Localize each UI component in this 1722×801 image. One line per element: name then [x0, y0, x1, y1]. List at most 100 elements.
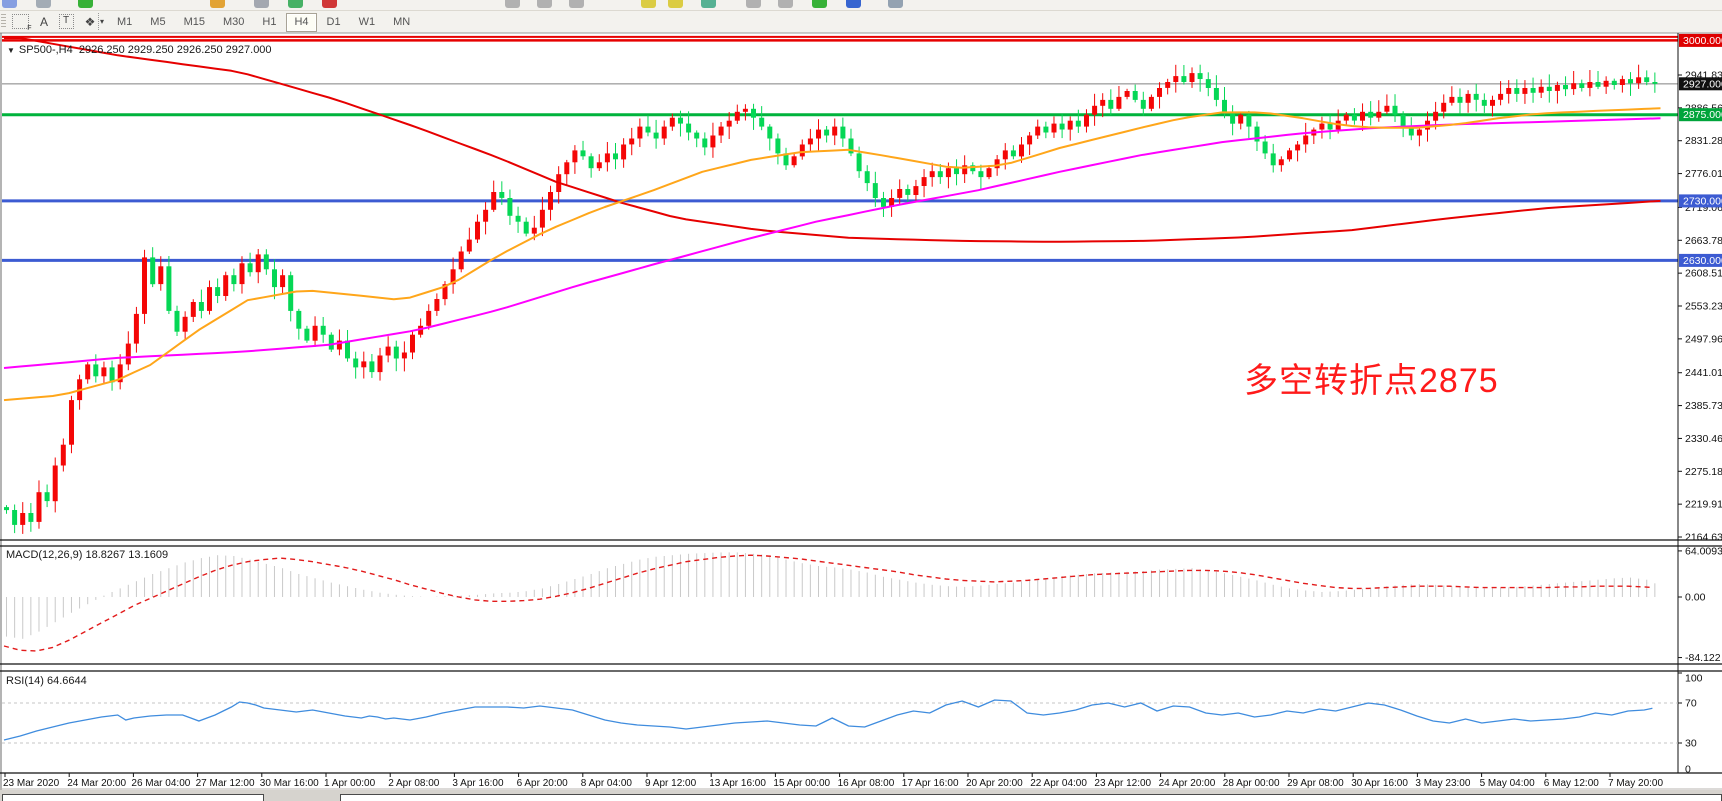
- candle-body: [913, 186, 918, 195]
- candle-body: [605, 153, 610, 162]
- candle-body: [20, 513, 25, 525]
- date-label: 27 Mar 12:00: [196, 778, 255, 789]
- candle-body: [199, 302, 204, 311]
- candle-body: [1295, 145, 1300, 151]
- candle-body: [1652, 82, 1657, 84]
- price-badge-label: 2875.000: [1683, 109, 1722, 121]
- candle-body: [1449, 97, 1454, 103]
- candle-body: [516, 216, 521, 222]
- candle-body: [1100, 100, 1105, 106]
- candle-body: [719, 127, 724, 136]
- candle-body: [45, 492, 50, 501]
- candle-body: [248, 263, 253, 272]
- candle-body: [1230, 112, 1235, 124]
- candle-body: [240, 263, 245, 284]
- candle-body: [386, 347, 391, 356]
- candle-body: [53, 466, 58, 502]
- candle-body: [158, 266, 163, 284]
- candle-body: [1116, 97, 1121, 109]
- candle-body: [272, 269, 277, 287]
- candle-body: [1011, 150, 1016, 156]
- candle-body: [394, 347, 399, 359]
- candle-body: [191, 302, 196, 317]
- date-label: 6 May 12:00: [1544, 778, 1599, 789]
- candle-body: [775, 139, 780, 154]
- date-label: 30 Apr 16:00: [1351, 778, 1408, 789]
- candle-body: [1190, 73, 1195, 82]
- price-label: 2497.960: [1685, 333, 1722, 345]
- macd-scale-label: 0.00: [1685, 592, 1706, 604]
- chart-symbol: SP500-,H4: [19, 44, 73, 56]
- candle-body: [1246, 115, 1251, 127]
- candle-body: [759, 118, 764, 127]
- candle-body: [223, 275, 228, 296]
- macd-values: 18.8267 13.1609: [85, 549, 168, 561]
- chart-background[interactable]: [0, 33, 1722, 790]
- candle-body: [629, 139, 634, 145]
- minimized-window[interactable]: [2, 794, 264, 801]
- candle-body: [800, 145, 805, 157]
- candle-body: [1027, 136, 1032, 145]
- candle-body: [1052, 124, 1057, 133]
- candle-body: [1271, 153, 1276, 165]
- candle-body: [1474, 94, 1479, 100]
- candle-body: [954, 168, 959, 174]
- candle-body: [85, 364, 90, 379]
- candle-body: [995, 159, 1000, 168]
- candle-body: [410, 335, 415, 353]
- candle-body: [1498, 94, 1503, 100]
- candle-body: [166, 266, 171, 311]
- candle-body: [459, 252, 464, 270]
- macd-name: MACD(12,26,9): [6, 549, 82, 561]
- candle-body: [897, 189, 902, 198]
- chart-canvas[interactable]: 2941.8352886.5602831.2852776.0102719.060…: [0, 0, 1722, 801]
- collapse-triangle-icon[interactable]: ▼: [7, 46, 15, 55]
- price-label: 2608.510: [1685, 268, 1722, 280]
- price-label: 2219.910: [1685, 499, 1722, 511]
- candle-body: [1628, 79, 1633, 83]
- date-label: 13 Apr 16:00: [709, 778, 766, 789]
- date-label: 17 Apr 16:00: [902, 778, 959, 789]
- candle-body: [857, 153, 862, 171]
- candle-body: [832, 127, 837, 136]
- candle-body: [1076, 121, 1081, 127]
- candle-body: [280, 275, 285, 287]
- candle-body: [532, 228, 537, 234]
- minimized-window[interactable]: [340, 794, 1722, 801]
- candle-body: [743, 109, 748, 112]
- candle-body: [1376, 112, 1381, 118]
- candle-body: [1133, 91, 1138, 100]
- candle-body: [1279, 159, 1284, 165]
- candle-body: [12, 510, 17, 525]
- date-label: 23 Apr 12:00: [1094, 778, 1151, 789]
- candle-body: [1214, 88, 1219, 100]
- candle-body: [1563, 85, 1568, 89]
- candle-body: [37, 492, 42, 522]
- date-label: 16 Apr 08:00: [838, 778, 895, 789]
- candle-body: [938, 171, 943, 177]
- rsi-scale-label: 100: [1685, 673, 1703, 685]
- candle-body: [215, 287, 220, 296]
- price-label: 2385.735: [1685, 400, 1722, 412]
- price-label: 2441.010: [1685, 367, 1722, 379]
- candle-body: [978, 171, 983, 177]
- candle-body: [865, 171, 870, 183]
- candle-body: [183, 317, 188, 332]
- candle-body: [524, 222, 529, 234]
- candle-body: [816, 130, 821, 139]
- candle-body: [621, 145, 626, 160]
- candle-body: [1596, 82, 1601, 87]
- candle-body: [1482, 100, 1487, 106]
- candle-body: [1043, 127, 1048, 133]
- candle-body: [905, 189, 910, 195]
- candle-body: [613, 153, 618, 159]
- candle-body: [1571, 83, 1576, 89]
- candle-body: [329, 335, 334, 350]
- candle-body: [264, 254, 269, 269]
- candle-body: [1547, 87, 1552, 91]
- candle-body: [426, 311, 431, 326]
- candle-body: [126, 344, 131, 365]
- candle-body: [499, 192, 504, 198]
- candle-body: [1368, 112, 1373, 118]
- candle-body: [1352, 115, 1357, 121]
